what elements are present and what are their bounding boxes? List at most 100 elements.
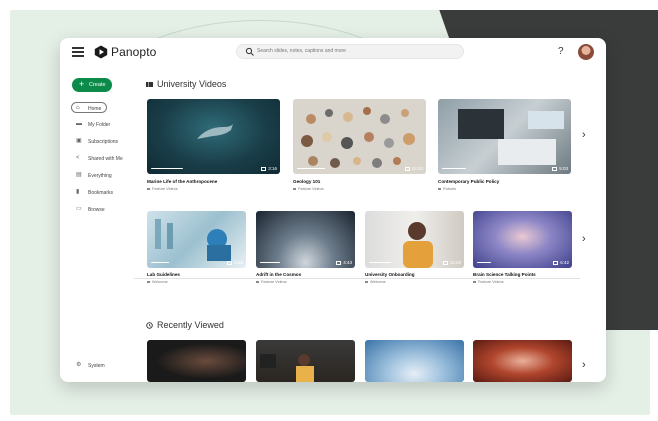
folder-icon [473, 280, 476, 283]
search-placeholder: Search slides, notes, captions and more [257, 48, 346, 54]
video-title[interactable]: Lab Guidelines [147, 272, 180, 277]
help-icon[interactable]: ? [558, 46, 564, 57]
folder-icon [147, 187, 150, 190]
progress-bar [260, 261, 280, 263]
laptop-meeting-image [458, 109, 564, 165]
search-input[interactable]: Search slides, notes, captions and more [236, 44, 464, 59]
video-title[interactable]: Contemporary Public Policy [438, 179, 499, 184]
chevron-right-icon[interactable]: › [582, 359, 586, 371]
panopto-logo-icon[interactable] [94, 45, 108, 59]
duration-badge: 2:25 [227, 260, 243, 265]
section-title-text: University Videos [157, 79, 227, 89]
video-thumbnail[interactable]: 6:42 [473, 211, 572, 268]
folder-icon [438, 187, 441, 190]
duration-badge: 3:16 [261, 166, 277, 171]
folder-icon [365, 280, 368, 283]
sidebar-item-label: Everything [88, 173, 112, 179]
bookmark-icon: ▮ [76, 189, 80, 195]
video-card[interactable]: 3:16 Marine Life of the Anthropocene Fea… [147, 99, 280, 199]
captions-icon [227, 261, 233, 265]
duration-badge: 22:42 [404, 166, 423, 171]
video-thumbnail[interactable]: 12:20 [365, 211, 464, 268]
captions-icon [553, 261, 559, 265]
progress-bar [151, 167, 183, 169]
progress-bar [297, 167, 325, 169]
sidebar: + Create ⌂ Home ▬ My Folder ▣ Subscripti… [60, 66, 134, 382]
captions-icon [336, 261, 342, 265]
video-card[interactable] [473, 340, 572, 382]
section-title-recent: Recently Viewed [146, 320, 224, 330]
captions-icon [442, 261, 448, 265]
video-title[interactable]: Geology 101 [293, 179, 320, 184]
sidebar-item-label: Home [88, 106, 102, 112]
list-icon: ▤ [76, 172, 82, 178]
app-window: Panopto Search slides, notes, captions a… [60, 38, 606, 382]
chevron-right-icon[interactable]: › [582, 129, 586, 141]
video-thumbnail[interactable] [256, 340, 355, 382]
section-title-text: Recently Viewed [157, 320, 224, 330]
video-card[interactable] [147, 340, 246, 382]
captions-icon [552, 167, 558, 171]
menu-icon[interactable] [72, 47, 84, 57]
video-thumbnail[interactable]: 22:42 [293, 99, 426, 174]
sidebar-item-home[interactable]: ⌂ Home [71, 102, 107, 113]
video-card[interactable] [256, 340, 355, 382]
progress-bar [442, 167, 466, 169]
sidebar-item-label: Shared with Me [88, 156, 123, 162]
duration-badge: 6:42 [553, 260, 569, 265]
video-thumbnail[interactable]: 3:16 [147, 99, 280, 174]
video-thumbnail[interactable]: 2:25 [147, 211, 246, 268]
create-label: Create [89, 82, 106, 88]
sidebar-item-label: Browse [88, 207, 105, 213]
video-card[interactable]: 4:43 Adrift in the Cosmos Feature Videos [256, 211, 355, 293]
video-card[interactable]: 12:20 University Onboarding Welcome [365, 211, 464, 293]
rocks-image [301, 107, 415, 168]
top-bar: Panopto Search slides, notes, captions a… [60, 38, 606, 66]
duration-badge: 4:43 [336, 260, 352, 265]
duration-badge: 5:03 [552, 166, 568, 171]
video-card[interactable] [365, 340, 464, 382]
folder-icon [147, 280, 150, 283]
video-thumbnail[interactable] [473, 340, 572, 382]
sidebar-item-label: Subscriptions [88, 139, 119, 145]
captions-icon [404, 167, 410, 171]
gear-icon: ⚙ [76, 362, 82, 368]
plus-icon: + [79, 79, 85, 89]
video-folder: Feature Videos [256, 280, 287, 284]
lock-icon: ▣ [76, 138, 82, 144]
brand-name[interactable]: Panopto [111, 45, 156, 59]
section-title-university: University Videos [146, 79, 226, 89]
video-card[interactable]: 2:25 Lab Guidelines Welcome [147, 211, 246, 293]
folder-icon [293, 187, 296, 190]
history-icon [146, 322, 153, 329]
video-card[interactable]: 6:42 Brain Science Talking Points Featur… [473, 211, 572, 293]
studio-image [260, 354, 314, 382]
folder-icon [256, 280, 259, 283]
captions-icon [261, 167, 267, 171]
video-title[interactable]: University Onboarding [365, 272, 415, 277]
video-thumbnail[interactable] [147, 340, 246, 382]
avatar[interactable] [578, 44, 594, 60]
video-title[interactable]: Marine Life of the Anthropocene [147, 179, 217, 184]
search-icon [245, 47, 254, 56]
share-icon: < [76, 155, 80, 161]
video-thumbnail[interactable]: 5:03 [438, 99, 571, 174]
progress-bar [477, 261, 491, 263]
folder-icon: ▬ [76, 121, 82, 127]
video-folder: Feature Videos [293, 187, 324, 191]
video-folder: Feature Videos [473, 280, 504, 284]
create-button[interactable]: + Create [72, 78, 112, 92]
video-card[interactable]: 22:42 Geology 101 Feature Videos [293, 99, 426, 199]
video-thumbnail[interactable] [365, 340, 464, 382]
divider [134, 278, 580, 279]
video-thumbnail[interactable]: 4:43 [256, 211, 355, 268]
chevron-right-icon[interactable]: › [582, 233, 586, 245]
video-folder: Welcome [365, 280, 386, 284]
browse-icon: ▭ [76, 206, 82, 212]
video-library-icon [146, 82, 153, 87]
video-title[interactable]: Adrift in the Cosmos [256, 272, 301, 277]
sidebar-item-label: Bookmarks [88, 190, 114, 196]
progress-bar [369, 261, 391, 263]
video-card[interactable]: 5:03 Contemporary Public Policy Policies [438, 99, 571, 199]
video-title[interactable]: Brain Science Talking Points [473, 272, 536, 277]
